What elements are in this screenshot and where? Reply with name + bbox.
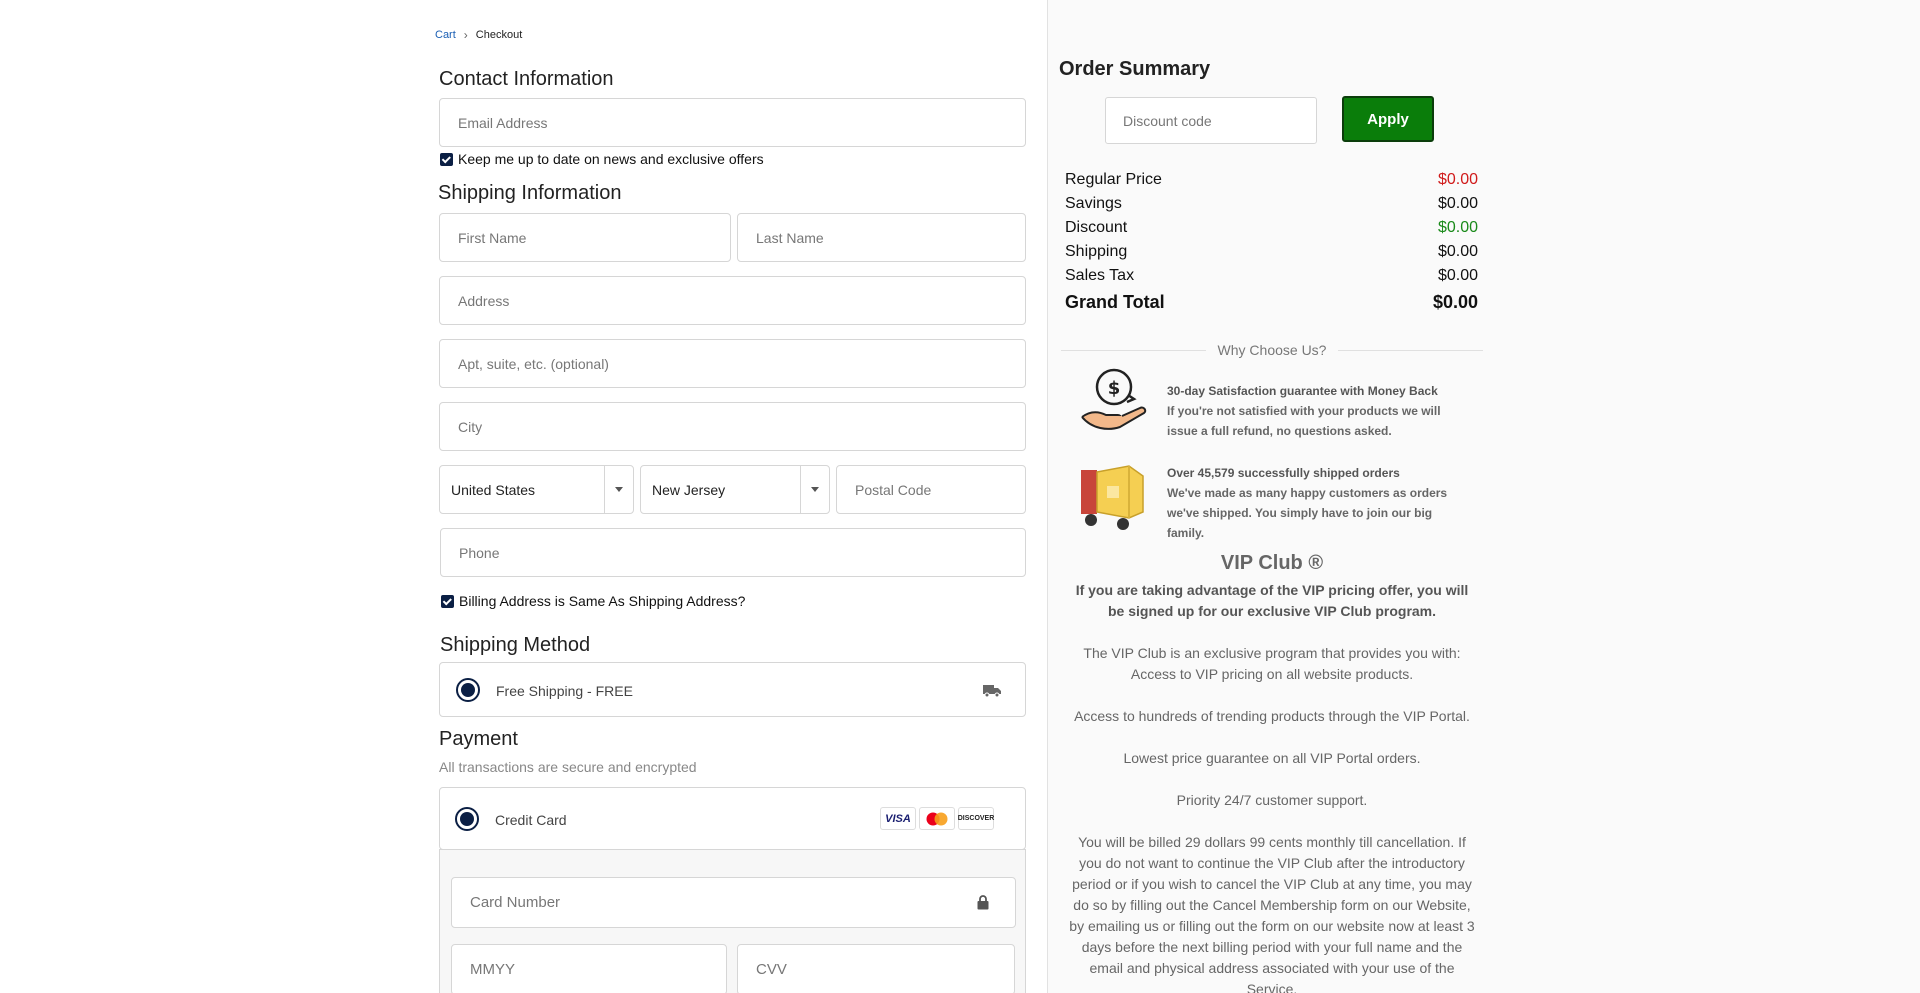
visa-logo-text: VISA <box>885 812 911 825</box>
lock-icon <box>977 895 989 915</box>
expiry-field[interactable] <box>451 944 727 993</box>
country-select-value: United States <box>451 481 536 498</box>
shipping-section-title: Shipping Information <box>438 182 622 204</box>
breadcrumb-cart-link[interactable]: Cart <box>435 29 456 41</box>
address-field[interactable] <box>439 276 1026 325</box>
shipping-option-free[interactable]: Free Shipping - FREE <box>439 662 1026 717</box>
shipping-method-title: Shipping Method <box>440 634 591 656</box>
last-name-input[interactable] <box>738 214 1025 261</box>
contact-section-title: Contact Information <box>439 68 614 90</box>
discover-icon: DISCOVER <box>958 807 994 830</box>
breadcrumb-current: Checkout <box>475 29 523 41</box>
payment-subtitle: All transactions are secure and encrypte… <box>439 759 697 775</box>
vip-club-paragraph-3: Lowest price guarantee on all VIP Portal… <box>1123 750 1421 766</box>
price-row-savings: Savings $0.00 <box>1065 195 1478 213</box>
vip-club-title: VIP Club ® <box>1220 552 1324 574</box>
svg-text:$: $ <box>1108 378 1121 399</box>
shipping-option-label: Free Shipping - FREE <box>496 683 633 699</box>
price-row-discount: Discount $0.00 <box>1065 219 1478 237</box>
discover-logo-text: DISCOVER <box>957 815 995 822</box>
grand-total-label: Grand Total <box>1065 292 1165 312</box>
phone-input[interactable] <box>441 529 1025 576</box>
mastercard-icon <box>919 807 955 830</box>
email-input[interactable] <box>440 99 1025 146</box>
apt-field[interactable] <box>439 339 1026 388</box>
price-row-regular: Regular Price $0.00 <box>1065 171 1478 189</box>
expiry-input[interactable] <box>452 945 726 993</box>
why-choose-divider: Why Choose Us? <box>1061 342 1483 358</box>
payment-section-title: Payment <box>439 728 518 750</box>
feature-shipped-orders-title: Over 45,579 successfully shipped orders <box>1167 466 1400 480</box>
vip-club-intro: If you are taking advantage of the VIP p… <box>1075 582 1469 619</box>
payment-option-credit-card[interactable]: Credit Card VISA DISCOVER <box>439 787 1026 850</box>
visa-icon: VISA <box>880 807 916 830</box>
first-name-input[interactable] <box>440 214 730 261</box>
phone-field[interactable] <box>440 528 1026 577</box>
credit-card-label: Credit Card <box>495 812 567 828</box>
feature-money-back-title: 30-day Satisfaction guarantee with Money… <box>1167 384 1438 398</box>
shipping-label: Shipping <box>1065 243 1128 260</box>
postal-code-field[interactable] <box>836 465 1026 514</box>
city-field[interactable] <box>439 402 1026 451</box>
sales-tax-value: $0.00 <box>1437 267 1478 284</box>
card-number-input[interactable] <box>452 878 1015 927</box>
card-number-field[interactable] <box>451 877 1016 928</box>
country-select[interactable]: United States <box>439 465 634 514</box>
savings-value: $0.00 <box>1437 195 1478 212</box>
cvv-input[interactable] <box>738 945 1014 993</box>
apply-discount-button[interactable]: Apply <box>1342 96 1434 142</box>
vip-club-paragraph-2: Access to hundreds of trending products … <box>1074 708 1470 724</box>
caret-down-icon <box>811 487 819 492</box>
regular-price-value: $0.00 <box>1437 171 1478 188</box>
last-name-field[interactable] <box>737 213 1026 262</box>
feature-money-back-text: If you're not satisfied with your produc… <box>1167 404 1441 438</box>
sales-tax-label: Sales Tax <box>1065 267 1135 284</box>
newsletter-checkbox-row[interactable]: Keep me up to date on news and exclusive… <box>440 151 764 167</box>
caret-down-icon <box>615 487 623 492</box>
truck-icon <box>983 684 1001 703</box>
price-row-shipping: Shipping $0.00 <box>1065 243 1478 261</box>
feature-shipped-orders-text: We've made as many happy customers as or… <box>1167 486 1448 540</box>
shipping-option-radio[interactable] <box>456 678 480 702</box>
state-dropdown-button[interactable] <box>800 466 829 513</box>
cvv-field[interactable] <box>737 944 1015 993</box>
grand-total-value: $0.00 <box>1432 292 1478 312</box>
delivery-truck-icon <box>1077 458 1151 537</box>
address-input[interactable] <box>440 277 1025 324</box>
newsletter-label: Keep me up to date on news and exclusive… <box>458 151 764 167</box>
discount-label: Discount <box>1065 219 1128 236</box>
city-input[interactable] <box>440 403 1025 450</box>
order-summary-title: Order Summary <box>1059 58 1211 80</box>
regular-price-label: Regular Price <box>1065 171 1162 188</box>
newsletter-checkbox[interactable] <box>440 152 453 166</box>
card-details-section <box>439 849 1026 993</box>
money-back-hand-icon: $ <box>1076 365 1150 444</box>
vip-club-paragraph-5: You will be billed 29 dollars 99 cents m… <box>1069 834 1475 993</box>
shipping-value: $0.00 <box>1437 243 1478 260</box>
state-select-value: New Jersey <box>652 481 726 498</box>
savings-label: Savings <box>1065 195 1122 212</box>
breadcrumb: Cart › Checkout <box>435 28 522 42</box>
discount-value: $0.00 <box>1437 219 1478 236</box>
billing-same-checkbox-row[interactable]: Billing Address is Same As Shipping Addr… <box>441 593 745 609</box>
discount-code-input[interactable] <box>1106 98 1316 143</box>
billing-same-label: Billing Address is Same As Shipping Addr… <box>459 593 746 609</box>
checkout-form-panel: Cart › Checkout Contact Information Keep… <box>0 0 1047 993</box>
price-row-grand-total: Grand Total $0.00 <box>1065 292 1478 313</box>
first-name-field[interactable] <box>439 213 731 262</box>
price-row-tax: Sales Tax $0.00 <box>1065 267 1478 285</box>
country-dropdown-button[interactable] <box>604 466 633 513</box>
email-field[interactable] <box>439 98 1026 147</box>
credit-card-radio[interactable] <box>455 807 479 831</box>
vip-club-paragraph-4: Priority 24/7 customer support. <box>1176 792 1368 808</box>
vip-club-paragraph-1: The VIP Club is an exclusive program tha… <box>1083 645 1461 682</box>
discount-code-field[interactable] <box>1105 97 1317 144</box>
state-select[interactable]: New Jersey <box>640 465 830 514</box>
postal-code-input[interactable] <box>837 466 1025 513</box>
why-choose-title: Why Choose Us? <box>1217 342 1327 358</box>
billing-same-checkbox[interactable] <box>441 594 454 608</box>
chevron-right-icon: › <box>463 28 468 42</box>
apt-input[interactable] <box>440 340 1025 387</box>
